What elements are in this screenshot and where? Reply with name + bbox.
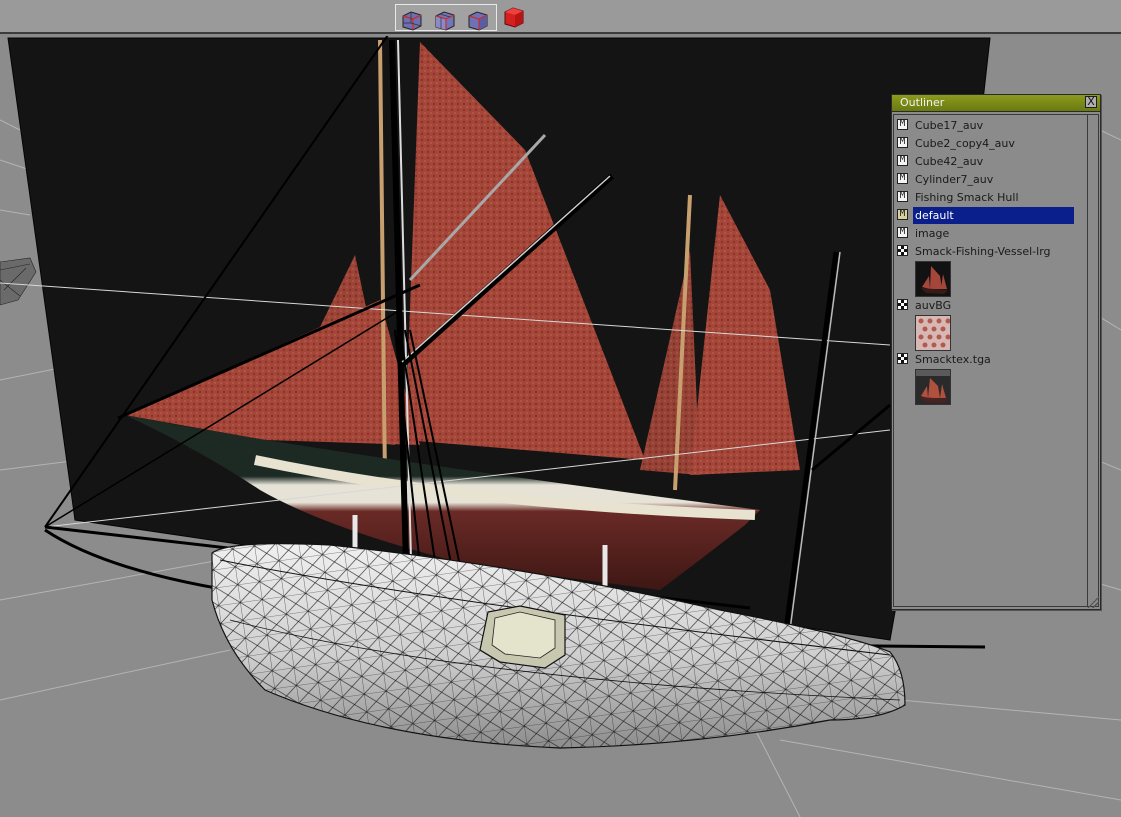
outliner-title: Outliner — [900, 96, 945, 109]
texture-icon — [897, 353, 908, 364]
outliner-item-cube42-auv[interactable]: M Cube42_auv — [896, 153, 1074, 170]
viewport-toolbar — [0, 0, 1121, 34]
display-mode-group — [395, 4, 497, 31]
outliner-item-cylinder7-auv[interactable]: M Cylinder7_auv — [896, 171, 1074, 188]
texture-icon — [897, 299, 908, 310]
outliner-item-auvbg[interactable]: auvBG — [896, 297, 1074, 314]
texture-icon — [897, 245, 908, 256]
outliner-item-cube2-copy4-auv[interactable]: M Cube2_copy4_auv — [896, 135, 1074, 152]
outliner-panel[interactable]: Outliner X M Cube17_auv M Cube2_copy4_au… — [891, 94, 1101, 610]
item-label: Fishing Smack Hull — [915, 191, 1019, 204]
outliner-item-smacktex-tga[interactable]: Smacktex.tga — [896, 351, 1074, 368]
texture-thumbnail-smack-photo[interactable] — [915, 261, 951, 297]
outliner-item-default[interactable]: M default — [896, 207, 1074, 224]
item-label: default — [913, 207, 1074, 224]
mesh-icon: M — [897, 227, 908, 238]
texture-thumbnail-auvbg[interactable] — [915, 315, 951, 351]
item-label: Cube2_copy4_auv — [915, 137, 1015, 150]
outliner-item-fishing-smack-hull[interactable]: M Fishing Smack Hull — [896, 189, 1074, 206]
mesh-icon: M — [897, 191, 908, 202]
outliner-item-cube17-auv[interactable]: M Cube17_auv — [896, 117, 1074, 134]
wireframe-cube-icon[interactable] — [399, 9, 425, 33]
item-label: auvBG — [915, 299, 952, 312]
item-label: Cube42_auv — [915, 155, 984, 168]
3d-viewport[interactable]: Outliner X M Cube17_auv M Cube2_copy4_au… — [0, 36, 1121, 817]
mesh-icon: M — [897, 155, 908, 166]
material-icon: M — [897, 209, 908, 220]
outliner-scrollbar[interactable] — [1087, 114, 1099, 607]
mesh-icon: M — [897, 137, 908, 148]
resize-grip-icon[interactable] — [1087, 596, 1099, 608]
outliner-item-image[interactable]: M image — [896, 225, 1074, 242]
outliner-item-smack-fishing-vessel-lrg[interactable]: Smack-Fishing-Vessel-lrg — [896, 243, 1074, 260]
mesh-icon: M — [897, 119, 908, 130]
shaded-wire-cube-icon[interactable] — [432, 9, 458, 33]
outliner-title-bar[interactable]: Outliner X — [892, 95, 1100, 112]
mesh-icon: M — [897, 173, 908, 184]
item-label: Smacktex.tga — [915, 353, 991, 366]
item-label: Cube17_auv — [915, 119, 984, 132]
item-label: Smack-Fishing-Vessel-lrg — [915, 245, 1051, 258]
item-label: image — [915, 227, 950, 240]
smooth-cube-icon[interactable] — [465, 9, 491, 33]
outliner-list[interactable]: M Cube17_auv M Cube2_copy4_auv M Cube42_… — [893, 114, 1087, 607]
item-label: Cylinder7_auv — [915, 173, 994, 186]
close-icon[interactable]: X — [1085, 96, 1097, 108]
solid-red-cube-icon[interactable] — [501, 6, 527, 30]
texture-thumbnail-smacktex[interactable] — [915, 369, 951, 405]
